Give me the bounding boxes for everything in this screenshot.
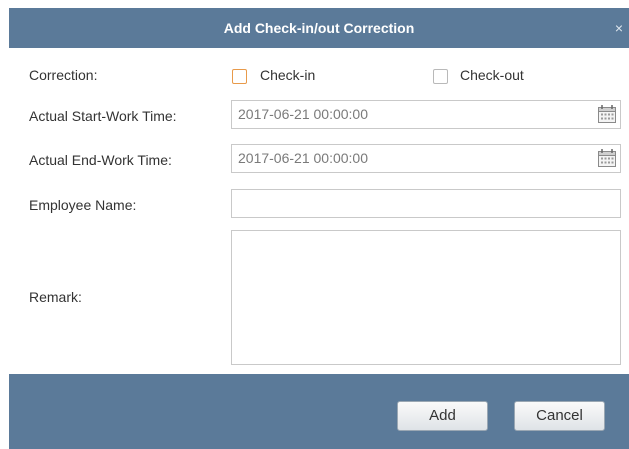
- remark-label: Remark:: [29, 289, 82, 305]
- start-work-time-value: 2017-06-21 00:00:00: [238, 106, 368, 122]
- start-work-time-label: Actual Start-Work Time:: [29, 108, 177, 124]
- checkin-label[interactable]: Check-in: [260, 67, 315, 83]
- dialog-body: Correction: Check-in Check-out Actual St…: [9, 48, 629, 374]
- checkout-label[interactable]: Check-out: [460, 67, 524, 83]
- dialog-title: Add Check-in/out Correction: [223, 20, 415, 36]
- checkout-checkbox[interactable]: [433, 69, 448, 84]
- calendar-icon[interactable]: [597, 104, 617, 124]
- title-bar[interactable]: Add Check-in/out Correction ×: [9, 8, 629, 48]
- end-work-time-value: 2017-06-21 00:00:00: [238, 150, 368, 166]
- employee-name-field[interactable]: [231, 189, 621, 218]
- correction-label: Correction:: [29, 67, 98, 83]
- end-work-time-label: Actual End-Work Time:: [29, 152, 172, 168]
- start-work-time-field[interactable]: 2017-06-21 00:00:00: [231, 100, 621, 129]
- remark-textarea[interactable]: [231, 230, 621, 365]
- cancel-button[interactable]: Cancel: [514, 401, 605, 431]
- checkin-checkbox[interactable]: [232, 69, 247, 84]
- add-checkinout-correction-dialog: Add Check-in/out Correction × Correction…: [9, 8, 629, 449]
- end-work-time-field[interactable]: 2017-06-21 00:00:00: [231, 144, 621, 173]
- dialog-footer: Add Cancel: [9, 374, 629, 449]
- employee-name-label: Employee Name:: [29, 197, 137, 213]
- add-button[interactable]: Add: [397, 401, 488, 431]
- calendar-icon[interactable]: [597, 148, 617, 168]
- close-icon[interactable]: ×: [615, 8, 623, 48]
